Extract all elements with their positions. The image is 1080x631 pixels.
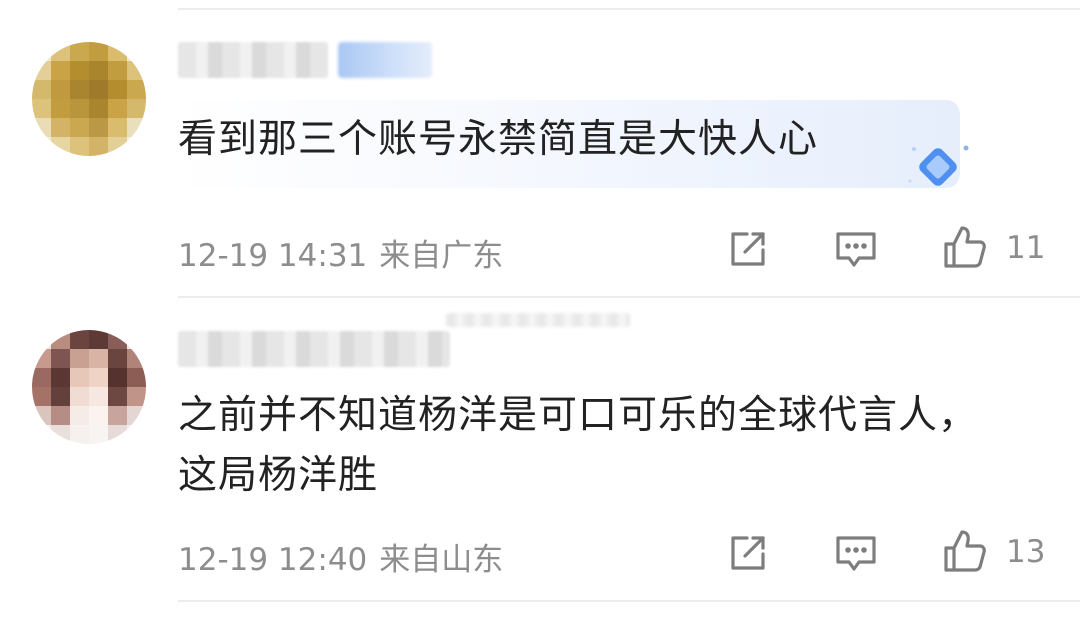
avatar[interactable]	[32, 330, 146, 444]
comment-location: 来自广东	[379, 238, 504, 274]
like-count: 13	[1006, 534, 1046, 570]
divider	[178, 600, 1080, 602]
comment-meta: 12-19 14:31 来自广东	[178, 230, 503, 275]
avatar[interactable]	[32, 42, 146, 156]
comment-icon[interactable]	[833, 530, 879, 576]
comment-text: 看到那三个账号永禁简直是大快人心	[178, 117, 819, 162]
divider	[178, 296, 1080, 298]
comment-text-line-2: 这局杨洋胜	[178, 453, 379, 498]
comment-meta: 12-19 12:40 来自山东	[178, 534, 503, 579]
diamond-sparkle-icon	[908, 145, 969, 186]
share-edit-icon[interactable]	[725, 530, 771, 576]
comment-text-line-1: 之前并不知道杨洋是可口可乐的全球代言人，	[178, 393, 979, 438]
user-badge	[338, 42, 432, 78]
comment-icon[interactable]	[833, 226, 879, 272]
divider	[178, 8, 1080, 10]
like-count: 11	[1006, 230, 1046, 266]
thumbs-up-icon[interactable]	[942, 224, 988, 270]
thumbs-up-icon[interactable]	[942, 528, 988, 574]
comment-location: 来自山东	[379, 542, 504, 578]
share-edit-icon[interactable]	[725, 226, 771, 272]
comment-list: 看到那三个账号永禁简直是大快人心 12-19 14:31 来自广东 11 之前并…	[0, 0, 1080, 631]
comment-date: 12-19 14:31	[178, 238, 368, 274]
comment-date: 12-19 12:40	[178, 542, 368, 578]
